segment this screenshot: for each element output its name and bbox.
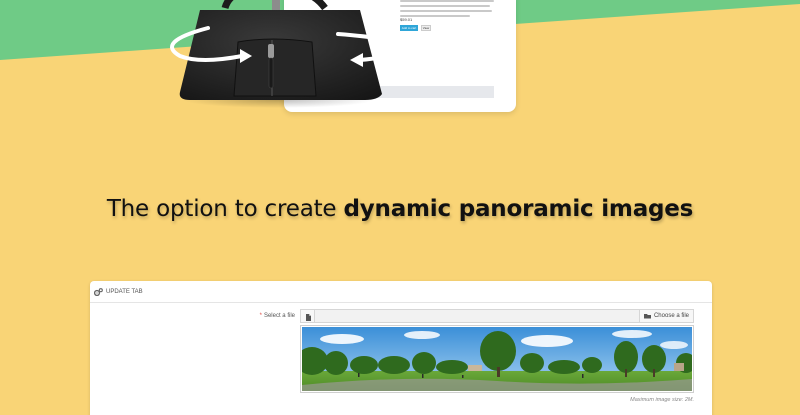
update-tab-panel: UPDATE TAB *Select a file Choose a file [90, 281, 712, 415]
file-input[interactable]: Choose a file [300, 309, 694, 323]
gears-icon [94, 287, 103, 296]
page-headline: The option to create dynamic panoramic i… [0, 196, 800, 222]
select-file-label: * Select a file [240, 313, 295, 319]
folder-open-icon [643, 314, 651, 319]
max-image-size-note: Maximum image size: 2M. [630, 397, 694, 403]
file-icon-button[interactable] [301, 310, 315, 322]
choose-file-label: Choose a file [653, 313, 689, 319]
choose-file-button[interactable]: Choose a file [638, 310, 693, 322]
handbag-image [170, 0, 405, 108]
panorama-preview [300, 325, 694, 393]
panorama-image [302, 327, 692, 391]
select-file-label-text: Select a file [263, 313, 295, 319]
headline-regular-text: The option to create [106, 196, 344, 222]
panel-header: UPDATE TAB [90, 281, 712, 303]
headline-bold-text: dynamic panoramic images [343, 196, 694, 222]
view-button[interactable]: View [421, 25, 431, 31]
required-mark: * [259, 313, 262, 319]
file-icon [306, 314, 311, 321]
panel-title: UPDATE TAB [106, 288, 143, 295]
